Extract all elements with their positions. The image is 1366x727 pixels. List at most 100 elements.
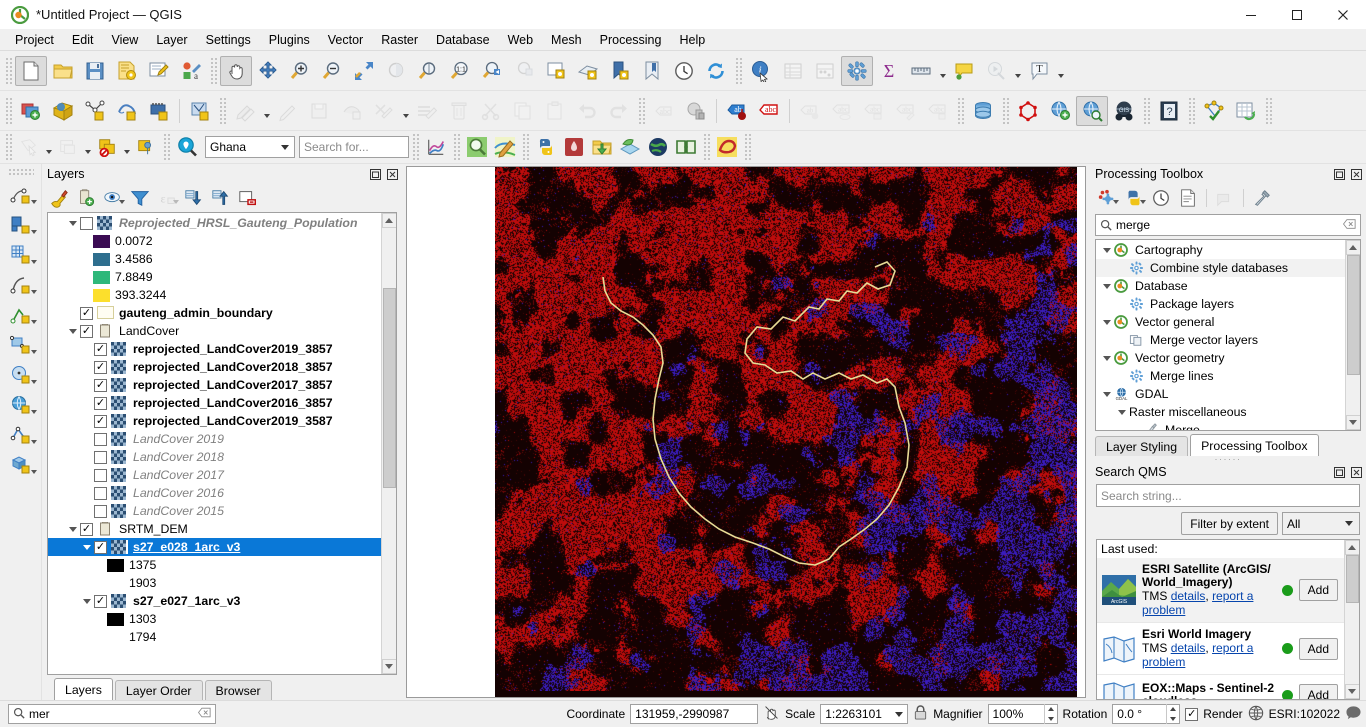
qms-list-item[interactable]: Esri World Imagery TMS details, report a… bbox=[1097, 623, 1344, 675]
scroll-down-icon[interactable] bbox=[1344, 684, 1359, 699]
toolbar-grip[interactable] bbox=[1187, 97, 1196, 124]
refresh-icon[interactable] bbox=[700, 56, 732, 86]
scale-combo[interactable]: 1:2263101 bbox=[820, 704, 909, 724]
toolbar-grip[interactable] bbox=[956, 97, 965, 124]
algorithm-group-row[interactable]: Cartography bbox=[1096, 241, 1345, 259]
topology-checker-icon[interactable] bbox=[1012, 96, 1044, 126]
processing-search-input[interactable]: merge bbox=[1095, 214, 1361, 236]
qms-search-input[interactable]: Search string... bbox=[1096, 484, 1360, 507]
redo-icon[interactable] bbox=[603, 96, 635, 126]
qms-type-combo[interactable]: All bbox=[1282, 512, 1360, 535]
menu-raster[interactable]: Raster bbox=[372, 31, 427, 49]
chevron-down-icon[interactable] bbox=[79, 538, 94, 556]
load-project-folder-icon[interactable] bbox=[588, 134, 616, 160]
layer-visibility-checkbox[interactable] bbox=[80, 216, 93, 230]
tab-layer-order[interactable]: Layer Order bbox=[114, 680, 203, 700]
edit-rendering-icon[interactable] bbox=[1212, 186, 1238, 210]
temporal-controller-icon[interactable] bbox=[668, 56, 700, 86]
layer-visibility-checkbox[interactable]: ✓ bbox=[94, 540, 107, 554]
feature-action-dropdown-arrow-icon[interactable] bbox=[1012, 56, 1023, 86]
nominatim-locate-icon[interactable] bbox=[173, 134, 201, 160]
algorithm-row[interactable]: Combine style databases bbox=[1096, 259, 1345, 277]
text-annotation-icon[interactable]: T bbox=[1023, 56, 1055, 86]
add-vector-layer-icon[interactable] bbox=[79, 96, 111, 126]
layer-row[interactable]: ✓ reprojected_LandCover2019_3857 bbox=[48, 340, 381, 358]
python-console-icon[interactable] bbox=[532, 134, 560, 160]
toolbar-grip[interactable] bbox=[702, 134, 711, 160]
layer-row[interactable]: Reprojected_HRSL_Gauteng_Population bbox=[48, 214, 381, 232]
menu-layer[interactable]: Layer bbox=[147, 31, 196, 49]
qms-details-link[interactable]: details bbox=[1171, 589, 1206, 603]
layer-row[interactable]: LandCover 2018 bbox=[48, 448, 381, 466]
layer-row[interactable]: ✓ reprojected_LandCover2016_3857 bbox=[48, 394, 381, 412]
layer-row[interactable]: ✓ s27_e027_1arc_v3 bbox=[48, 592, 381, 610]
scroll-down-icon[interactable] bbox=[381, 659, 396, 674]
show-bookmarks-icon[interactable] bbox=[604, 56, 636, 86]
algorithm-row[interactable]: Merge bbox=[1096, 421, 1345, 430]
pan-to-selection-icon[interactable] bbox=[252, 56, 284, 86]
remove-layer-icon[interactable] bbox=[235, 186, 261, 210]
undock-icon[interactable] bbox=[1332, 167, 1346, 181]
menu-processing[interactable]: Processing bbox=[591, 31, 671, 49]
menu-mesh[interactable]: Mesh bbox=[542, 31, 591, 49]
manage-layer-visibility-icon[interactable] bbox=[100, 186, 126, 210]
processing-algorithms-tree[interactable]: Cartography Combine style databases Databa… bbox=[1095, 239, 1361, 431]
layer-row[interactable]: ✓ s27_e028_1arc_v3 bbox=[48, 538, 381, 556]
algorithm-group-row[interactable]: Raster miscellaneous bbox=[1096, 403, 1345, 421]
magnifier-spinbox[interactable]: 100% bbox=[987, 704, 1058, 724]
add-mesh-layer-icon[interactable] bbox=[111, 96, 143, 126]
new-virtual-layer-icon[interactable] bbox=[184, 96, 216, 126]
qgis-layers-leaf-icon[interactable] bbox=[616, 134, 644, 160]
coordinate-field[interactable]: 131959,-2990987 bbox=[630, 704, 759, 724]
layers-tree-scroll-area[interactable]: 7.8849 393.3244 Reprojected_HRSL_Gauteng_P… bbox=[48, 213, 381, 674]
select-features-icon[interactable] bbox=[15, 134, 43, 160]
toolbar-grip[interactable] bbox=[734, 57, 743, 84]
algorithm-group-row[interactable]: Database bbox=[1096, 277, 1345, 295]
chevron-right-icon[interactable] bbox=[79, 412, 94, 430]
rotation-spinbox[interactable]: 0.0 ° bbox=[1112, 704, 1181, 724]
label-toolbar-abc-icon[interactable]: abc bbox=[648, 96, 680, 126]
toolbar-grip[interactable] bbox=[1264, 97, 1273, 124]
legend-row[interactable]: 7.8849 bbox=[48, 268, 381, 286]
chevron-down-icon[interactable] bbox=[1099, 349, 1114, 367]
processing-toolbox-toggle-icon[interactable] bbox=[841, 55, 873, 86]
toolbar-grip[interactable] bbox=[209, 57, 218, 84]
run-feature-action-icon[interactable] bbox=[980, 56, 1012, 86]
options-icon[interactable] bbox=[1249, 186, 1275, 210]
processing-tree-scrollbar[interactable] bbox=[1345, 240, 1360, 430]
layer-row[interactable]: LandCover 2016 bbox=[48, 484, 381, 502]
tab-layers[interactable]: Layers bbox=[54, 678, 113, 700]
undo-icon[interactable] bbox=[571, 96, 603, 126]
chevron-right-icon[interactable] bbox=[79, 430, 94, 448]
algorithm-group-row[interactable]: GDAL GDAL bbox=[1096, 385, 1345, 403]
chevron-down-icon[interactable] bbox=[65, 520, 80, 538]
qgis-search-plugin-icon[interactable] bbox=[463, 134, 491, 160]
pan-map-icon[interactable] bbox=[220, 55, 252, 86]
chevron-down-icon[interactable] bbox=[1099, 385, 1114, 403]
chevron-down-icon[interactable] bbox=[65, 214, 80, 232]
toggle-editing-icon[interactable] bbox=[272, 96, 304, 126]
undock-icon[interactable] bbox=[368, 167, 382, 181]
highlight-pinned-labels-icon[interactable]: ab bbox=[721, 96, 753, 126]
algorithm-group-row[interactable]: Vector general bbox=[1096, 313, 1345, 331]
maximize-button[interactable] bbox=[1274, 0, 1320, 30]
new-project-icon[interactable] bbox=[15, 55, 47, 86]
measure-line-icon[interactable] bbox=[905, 56, 937, 86]
copy-features-icon[interactable] bbox=[507, 96, 539, 126]
deselect-features-icon[interactable] bbox=[93, 134, 121, 160]
tab-layer-styling[interactable]: Layer Styling bbox=[1095, 436, 1189, 456]
menu-help[interactable]: Help bbox=[670, 31, 714, 49]
deselect-dropdown-arrow-icon[interactable] bbox=[121, 132, 132, 162]
save-project-as-icon[interactable] bbox=[111, 56, 143, 86]
zoom-next-icon[interactable] bbox=[508, 56, 540, 86]
layers-tree[interactable]: 7.8849 393.3244 Reprojected_HRSL_Gauteng_P… bbox=[47, 212, 397, 675]
toolbar-grip[interactable] bbox=[218, 97, 227, 124]
menu-project[interactable]: Project bbox=[6, 31, 63, 49]
save-project-icon[interactable] bbox=[79, 56, 111, 86]
layer-group-row[interactable]: ✓ LandCover bbox=[48, 322, 381, 340]
new-3d-map-view-icon[interactable] bbox=[572, 56, 604, 86]
legend-row[interactable]: 3.4586 bbox=[48, 250, 381, 268]
qms-add-button[interactable]: Add bbox=[1298, 579, 1338, 601]
chevron-right-icon[interactable] bbox=[79, 358, 94, 376]
layer-visibility-checkbox[interactable] bbox=[94, 504, 107, 518]
